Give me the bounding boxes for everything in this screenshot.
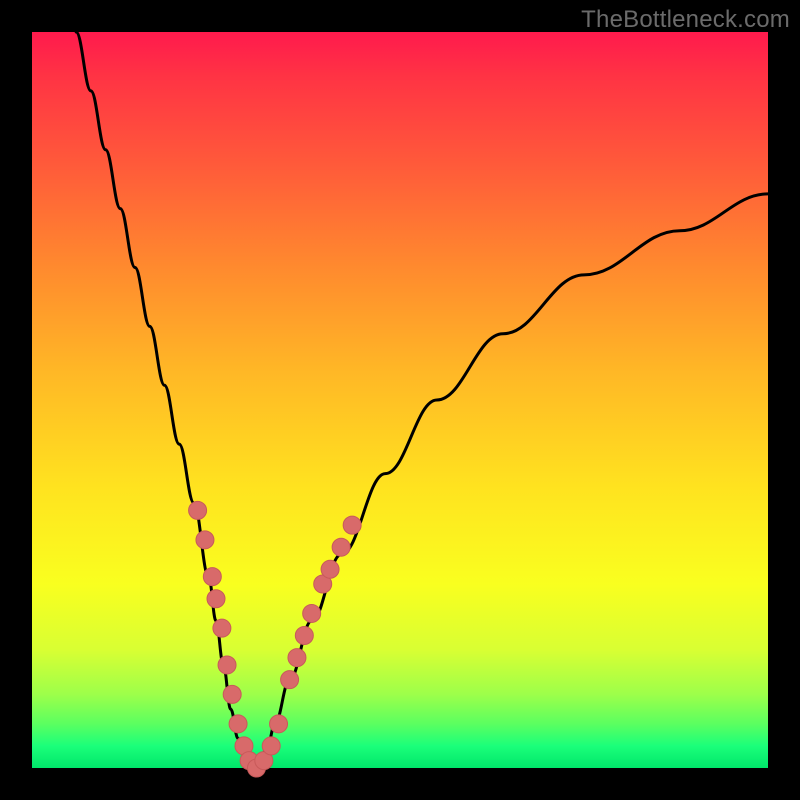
marker-group: [189, 501, 362, 777]
data-marker: [196, 531, 214, 549]
data-marker: [343, 516, 361, 534]
data-marker: [288, 649, 306, 667]
data-marker: [332, 538, 350, 556]
chart-svg: [32, 32, 768, 768]
data-marker: [207, 590, 225, 608]
data-marker: [262, 737, 280, 755]
data-marker: [213, 619, 231, 637]
data-marker: [270, 715, 288, 733]
chart-frame: TheBottleneck.com: [0, 0, 800, 800]
data-marker: [218, 656, 236, 674]
data-marker: [321, 560, 339, 578]
data-marker: [229, 715, 247, 733]
bottleneck-curve: [76, 32, 768, 768]
data-marker: [281, 671, 299, 689]
plot-area: [32, 32, 768, 768]
data-marker: [203, 568, 221, 586]
data-marker: [303, 604, 321, 622]
watermark-text: TheBottleneck.com: [581, 6, 790, 34]
data-marker: [295, 627, 313, 645]
data-marker: [223, 685, 241, 703]
data-marker: [189, 501, 207, 519]
